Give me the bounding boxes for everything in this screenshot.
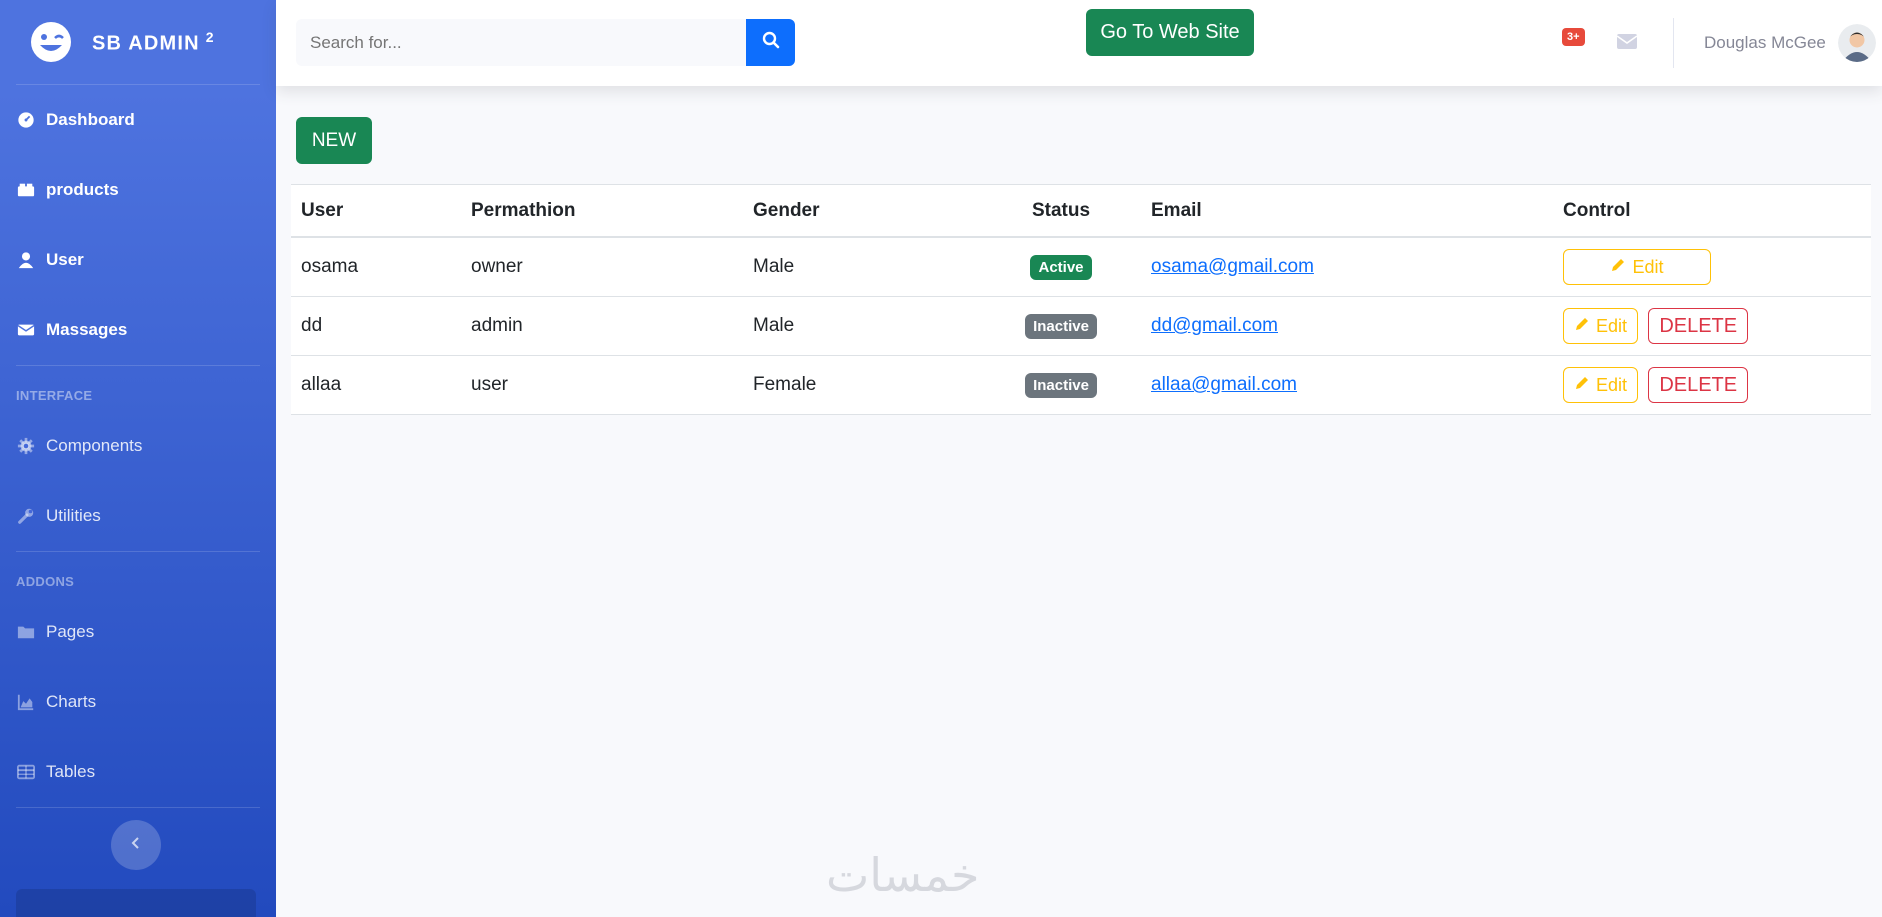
chevron-left-icon (128, 835, 144, 856)
sidebar-heading-addons: ADDONS (16, 574, 75, 589)
new-user-button[interactable]: NEW (296, 117, 372, 164)
sidebar-brand[interactable]: SB ADMIN 2 (0, 0, 276, 84)
edit-button[interactable]: Edit (1563, 308, 1639, 344)
users-table: User Permathion Gender Status Email Cont… (291, 184, 1871, 415)
pencil-icon (1610, 257, 1626, 278)
tachometer-icon (16, 110, 36, 130)
sidebar-item-label: Dashboard (46, 110, 135, 129)
envelope-icon (16, 320, 36, 340)
edit-label: Edit (1632, 256, 1664, 277)
sidebar-heading-interface: INTERFACE (16, 388, 93, 403)
sidebar-item-label: products (46, 180, 119, 199)
permission-cell: owner (461, 237, 743, 297)
wrench-icon (16, 506, 36, 526)
sidebar-toggle-button[interactable] (111, 820, 161, 870)
sidebar-item-label: Massages (46, 320, 128, 339)
sidebar-item-label: User (46, 250, 84, 269)
user-icon (16, 250, 36, 270)
sidebar-item-massages[interactable]: Massages (0, 295, 276, 365)
edit-label: Edit (1596, 374, 1628, 395)
user-name[interactable]: Douglas McGee (1704, 33, 1826, 53)
folder-icon (16, 622, 36, 642)
edit-button[interactable]: Edit (1563, 249, 1711, 285)
sidebar-item-user[interactable]: User (0, 225, 276, 295)
sidebar-item-tables[interactable]: Tables (0, 737, 276, 807)
watermark-logo: خمسات (826, 848, 980, 902)
sidebar-promo-card (16, 889, 256, 917)
gear-icon (16, 436, 36, 456)
topbar: Go To Web Site 3+ Douglas McGee (276, 0, 1882, 86)
column-header-status: Status (981, 184, 1141, 238)
brand-name: SB ADMIN 2 (92, 28, 215, 55)
avatar[interactable] (1838, 24, 1876, 62)
email-link[interactable]: dd@gmail.com (1151, 315, 1278, 336)
sidebar-item-label: Charts (46, 692, 97, 711)
email-link[interactable]: osama@gmail.com (1151, 256, 1314, 277)
column-header-gender: Gender (743, 184, 981, 238)
table-row: allaa user Female Inactive allaa@gmail.c… (291, 355, 1871, 415)
column-header-permission: Permathion (461, 184, 743, 238)
sidebar-item-pages[interactable]: Pages (0, 597, 276, 667)
user-cell: osama (291, 237, 461, 297)
table-icon (16, 762, 36, 782)
boxes-icon (16, 180, 36, 200)
user-cell: dd (291, 296, 461, 356)
gender-cell: Male (743, 237, 981, 297)
status-cell: Active (981, 237, 1141, 297)
sidebar: SB ADMIN 2 Dashboard products User Massag… (0, 0, 276, 917)
status-badge: Inactive (1025, 313, 1097, 339)
laugh-wink-icon (30, 21, 72, 63)
user-cell: allaa (291, 355, 461, 415)
edit-label: Edit (1596, 315, 1628, 336)
status-cell: Inactive (981, 355, 1141, 415)
topbar-divider (1673, 18, 1674, 68)
table-row: dd admin Male Inactive dd@gmail.com Edit… (291, 296, 1871, 356)
search-input[interactable] (296, 19, 746, 66)
column-header-email: Email (1141, 184, 1553, 238)
delete-button[interactable]: DELETE (1648, 367, 1749, 403)
sidebar-item-dashboard[interactable]: Dashboard (0, 85, 276, 155)
sidebar-item-components[interactable]: Components (0, 411, 276, 481)
sidebar-item-utilities[interactable]: Utilities (0, 481, 276, 551)
status-badge: Active (1030, 254, 1092, 280)
chart-area-icon (16, 692, 36, 712)
status-cell: Inactive (981, 296, 1141, 356)
status-badge: Inactive (1025, 372, 1097, 398)
edit-button[interactable]: Edit (1563, 367, 1639, 403)
email-cell: allaa@gmail.com (1141, 355, 1553, 415)
sidebar-item-label: Utilities (46, 506, 101, 525)
control-cell: Edit DELETE (1553, 355, 1871, 415)
search-form (296, 19, 795, 66)
search-icon (762, 31, 780, 54)
alerts-badge: 3+ (1562, 28, 1585, 46)
sidebar-item-label: Pages (46, 622, 95, 641)
permission-cell: user (461, 355, 743, 415)
envelope-icon[interactable] (1616, 32, 1638, 52)
table-header-row: User Permathion Gender Status Email Cont… (291, 184, 1871, 238)
control-cell: Edit (1553, 237, 1871, 297)
gender-cell: Female (743, 355, 981, 415)
sidebar-divider (16, 807, 260, 808)
delete-button[interactable]: DELETE (1648, 308, 1749, 344)
table-row: osama owner Male Active osama@gmail.com … (291, 237, 1871, 297)
sidebar-item-products[interactable]: products (0, 155, 276, 225)
control-cell: Edit DELETE (1553, 296, 1871, 356)
permission-cell: admin (461, 296, 743, 356)
sidebar-item-label: Tables (46, 762, 96, 781)
go-to-website-button[interactable]: Go To Web Site (1086, 9, 1254, 56)
pencil-icon (1574, 375, 1590, 396)
email-cell: osama@gmail.com (1141, 237, 1553, 297)
pencil-icon (1574, 316, 1590, 337)
search-button[interactable] (746, 19, 795, 66)
column-header-user: User (291, 184, 461, 238)
sidebar-item-charts[interactable]: Charts (0, 667, 276, 737)
sidebar-item-label: Components (46, 436, 143, 455)
email-cell: dd@gmail.com (1141, 296, 1553, 356)
email-link[interactable]: allaa@gmail.com (1151, 374, 1297, 395)
gender-cell: Male (743, 296, 981, 356)
column-header-control: Control (1553, 184, 1871, 238)
